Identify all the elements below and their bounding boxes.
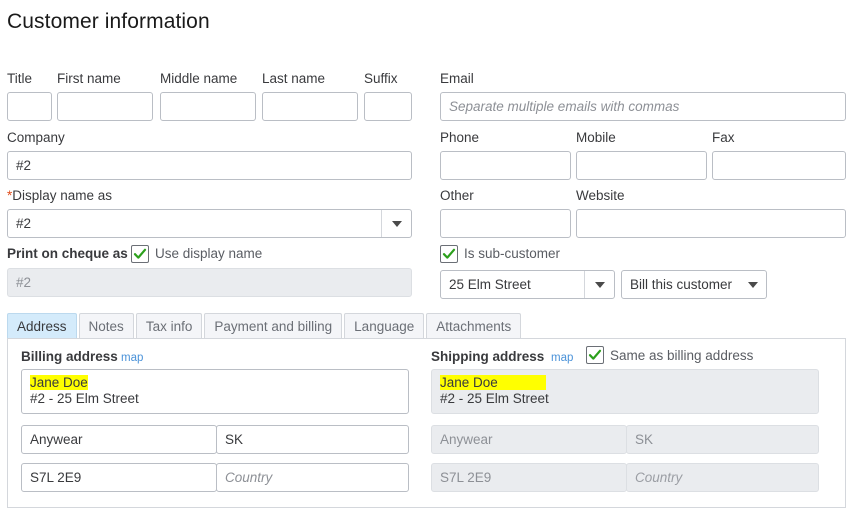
chevron-down-icon[interactable] bbox=[740, 271, 766, 298]
label-suffix: Suffix bbox=[364, 71, 398, 86]
address-tab-panel: Billing address map Jane Doe #2 - 25 Elm… bbox=[7, 338, 846, 508]
tab-notes[interactable]: Notes bbox=[79, 313, 134, 339]
billing-option-value: Bill this customer bbox=[622, 277, 740, 292]
tab-attachments[interactable]: Attachments bbox=[426, 313, 521, 339]
chevron-down-icon[interactable] bbox=[381, 210, 411, 237]
shipping-street-line2: #2 - 25 Elm Street bbox=[440, 391, 810, 407]
phone-input[interactable] bbox=[440, 151, 571, 180]
same-as-billing-label: Same as billing address bbox=[610, 348, 753, 363]
middle-name-input[interactable] bbox=[160, 92, 256, 121]
display-name-select[interactable]: #2 bbox=[7, 209, 412, 238]
website-input[interactable] bbox=[576, 209, 846, 238]
mobile-input[interactable] bbox=[576, 151, 707, 180]
suffix-input[interactable] bbox=[364, 92, 412, 121]
billing-city-input[interactable] bbox=[21, 425, 217, 454]
company-input[interactable] bbox=[7, 151, 412, 180]
tab-payment-and-billing[interactable]: Payment and billing bbox=[204, 313, 342, 339]
title-input[interactable] bbox=[7, 92, 52, 121]
use-display-name-checkbox[interactable] bbox=[131, 245, 149, 263]
shipping-address-title: Shipping address bbox=[431, 349, 544, 364]
label-email: Email bbox=[440, 71, 474, 86]
other-input[interactable] bbox=[440, 209, 571, 238]
shipping-country-input bbox=[626, 463, 819, 492]
label-middle-name: Middle name bbox=[160, 71, 237, 86]
label-other: Other bbox=[440, 188, 474, 203]
fax-input[interactable] bbox=[712, 151, 846, 180]
label-website: Website bbox=[576, 188, 625, 203]
label-title: Title bbox=[7, 71, 32, 86]
shipping-province-input bbox=[626, 425, 819, 454]
label-display-name-text: Display name as bbox=[12, 188, 112, 203]
is-sub-customer-checkbox[interactable] bbox=[440, 245, 458, 263]
billing-postal-input[interactable] bbox=[21, 463, 217, 492]
billing-street-line1: Jane Doe bbox=[30, 375, 88, 390]
label-phone: Phone bbox=[440, 130, 479, 145]
tab-bar: Address Notes Tax info Payment and billi… bbox=[7, 313, 523, 339]
customer-information-form: Customer information Title First name Mi… bbox=[0, 0, 853, 515]
billing-country-input[interactable] bbox=[216, 463, 409, 492]
label-last-name: Last name bbox=[262, 71, 325, 86]
display-name-value: #2 bbox=[8, 216, 381, 231]
tab-language[interactable]: Language bbox=[344, 313, 424, 339]
email-input[interactable] bbox=[440, 92, 846, 121]
billing-map-link[interactable]: map bbox=[121, 352, 143, 364]
label-print-on-cheque: Print on cheque as bbox=[7, 246, 128, 261]
chevron-down-icon[interactable] bbox=[584, 271, 614, 298]
label-company: Company bbox=[7, 130, 65, 145]
shipping-postal-input bbox=[431, 463, 627, 492]
label-display-name: *Display name as bbox=[7, 188, 112, 203]
checkmark-icon bbox=[442, 247, 456, 261]
billing-address-title: Billing address bbox=[21, 349, 118, 364]
shipping-street-textarea: Jane Doe #2 - 25 Elm Street bbox=[431, 369, 819, 414]
billing-street-textarea[interactable]: Jane Doe #2 - 25 Elm Street bbox=[21, 369, 409, 414]
parent-customer-select[interactable]: 25 Elm Street bbox=[440, 270, 615, 299]
checkmark-icon bbox=[133, 247, 147, 261]
last-name-input[interactable] bbox=[262, 92, 358, 121]
shipping-map-link[interactable]: map bbox=[551, 352, 573, 364]
billing-option-select[interactable]: Bill this customer bbox=[621, 270, 767, 299]
tab-tax-info[interactable]: Tax info bbox=[136, 313, 203, 339]
shipping-city-input bbox=[431, 425, 627, 454]
page-title: Customer information bbox=[7, 10, 210, 34]
shipping-street-line1: Jane Doe bbox=[440, 375, 546, 390]
same-as-billing-checkbox[interactable] bbox=[586, 346, 604, 364]
tab-address[interactable]: Address bbox=[7, 313, 77, 339]
use-display-name-label: Use display name bbox=[155, 246, 262, 261]
billing-street-line2: #2 - 25 Elm Street bbox=[30, 391, 400, 407]
first-name-input[interactable] bbox=[57, 92, 153, 121]
checkmark-icon bbox=[588, 348, 602, 362]
print-on-cheque-input bbox=[7, 268, 412, 297]
is-sub-customer-label: Is sub-customer bbox=[464, 246, 560, 261]
billing-province-input[interactable] bbox=[216, 425, 409, 454]
label-first-name: First name bbox=[57, 71, 121, 86]
parent-customer-value: 25 Elm Street bbox=[441, 277, 584, 292]
label-mobile: Mobile bbox=[576, 130, 616, 145]
label-fax: Fax bbox=[712, 130, 735, 145]
